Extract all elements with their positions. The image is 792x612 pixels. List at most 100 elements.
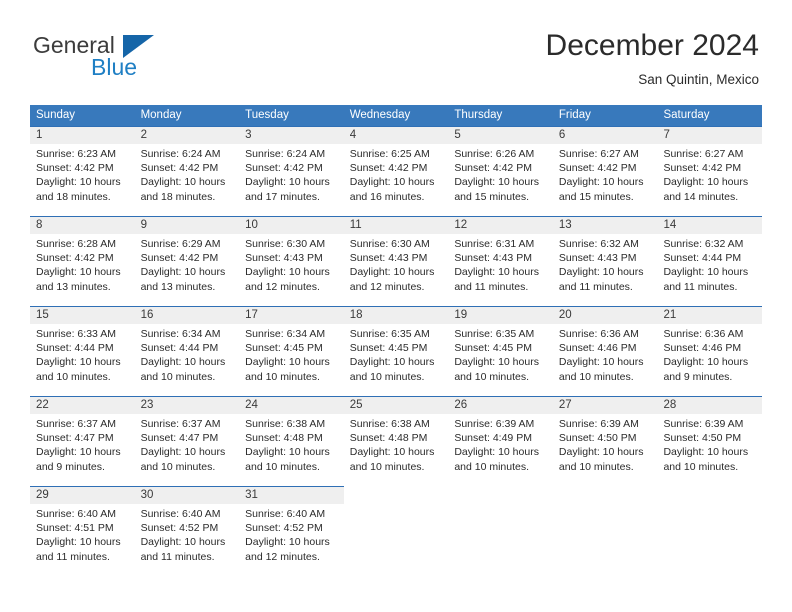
daylight-text: Daylight: 10 hours and 10 minutes. xyxy=(140,356,226,383)
day-cell[interactable]: 19 Sunrise: 6:35 AM Sunset: 4:45 PM Dayl… xyxy=(448,306,553,396)
day-cell[interactable]: 15 Sunrise: 6:33 AM Sunset: 4:44 PM Dayl… xyxy=(30,306,135,396)
day-cell[interactable]: 24 Sunrise: 6:38 AM Sunset: 4:48 PM Dayl… xyxy=(239,396,344,486)
day-number-band: 26 xyxy=(448,396,553,414)
sunrise-text: Sunrise: 6:24 AM xyxy=(245,148,326,160)
day-details: Sunrise: 6:25 AM Sunset: 4:42 PM Dayligh… xyxy=(344,144,449,204)
sunset-text: Sunset: 4:51 PM xyxy=(36,522,114,535)
day-cell[interactable]: 28 Sunrise: 6:39 AM Sunset: 4:50 PM Dayl… xyxy=(657,396,763,486)
sunrise-text: Sunrise: 6:35 AM xyxy=(349,328,430,340)
sunset-text: Sunset: 4:50 PM xyxy=(663,432,742,445)
day-details: Sunrise: 6:36 AM Sunset: 4:46 PM Dayligh… xyxy=(553,324,658,384)
day-number: 21 xyxy=(663,309,677,321)
day-number-band: 29 xyxy=(30,486,135,504)
day-cell[interactable]: 13 Sunrise: 6:32 AM Sunset: 4:43 PM Dayl… xyxy=(552,216,658,306)
day-number: 22 xyxy=(36,399,49,411)
daylight-text: Daylight: 10 hours and 10 minutes. xyxy=(245,356,330,383)
day-details: Sunrise: 6:35 AM Sunset: 4:45 PM Dayligh… xyxy=(344,324,449,384)
day-number: 14 xyxy=(663,219,677,231)
day-cell[interactable]: 6 Sunrise: 6:27 AM Sunset: 4:42 PM Dayli… xyxy=(552,126,658,216)
day-cell[interactable]: 29 Sunrise: 6:40 AM Sunset: 4:51 PM Dayl… xyxy=(30,486,135,576)
day-number-band: 21 xyxy=(657,306,763,324)
sunrise-text: Sunrise: 6:32 AM xyxy=(663,238,744,250)
day-number: 7 xyxy=(663,129,670,141)
day-number: 24 xyxy=(245,399,258,411)
day-cell[interactable]: 22 Sunrise: 6:37 AM Sunset: 4:47 PM Dayl… xyxy=(30,396,135,486)
daylight-text: Daylight: 10 hours and 10 minutes. xyxy=(454,356,539,383)
day-number-band xyxy=(553,486,658,503)
day-cell[interactable]: 14 Sunrise: 6:32 AM Sunset: 4:44 PM Dayl… xyxy=(657,216,763,306)
day-cell[interactable]: 18 Sunrise: 6:35 AM Sunset: 4:45 PM Dayl… xyxy=(343,306,449,396)
sunrise-text: Sunrise: 6:38 AM xyxy=(245,418,326,430)
sunset-text: Sunset: 4:45 PM xyxy=(349,342,428,355)
sunrise-text: Sunrise: 6:31 AM xyxy=(454,238,535,250)
day-cell[interactable]: 1 Sunrise: 6:23 AM Sunset: 4:42 PM Dayli… xyxy=(30,126,135,216)
day-cell[interactable]: 10 Sunrise: 6:30 AM Sunset: 4:43 PM Dayl… xyxy=(239,216,344,306)
daylight-text: Daylight: 10 hours and 10 minutes. xyxy=(454,446,539,473)
page-header: General Blue December 2024 San Quintin, … xyxy=(0,0,792,100)
logo-text-blue: Blue xyxy=(91,54,138,80)
sunset-text: Sunset: 4:42 PM xyxy=(140,162,219,175)
day-number-band: 23 xyxy=(134,396,240,414)
day-cell[interactable]: 20 Sunrise: 6:36 AM Sunset: 4:46 PM Dayl… xyxy=(552,306,658,396)
sunset-text: Sunset: 4:42 PM xyxy=(558,162,637,175)
weekday-header-monday: Monday xyxy=(140,109,182,121)
weekday-header-wednesday: Wednesday xyxy=(349,109,411,121)
day-cell[interactable]: 17 Sunrise: 6:34 AM Sunset: 4:45 PM Dayl… xyxy=(239,306,344,396)
sunset-text: Sunset: 4:48 PM xyxy=(245,432,323,445)
sunset-text: Sunset: 4:44 PM xyxy=(663,252,742,265)
sunset-text: Sunset: 4:45 PM xyxy=(454,342,532,355)
day-cell[interactable]: 27 Sunrise: 6:39 AM Sunset: 4:50 PM Dayl… xyxy=(552,396,658,486)
day-cell[interactable]: 25 Sunrise: 6:38 AM Sunset: 4:48 PM Dayl… xyxy=(343,396,449,486)
sunset-text: Sunset: 4:43 PM xyxy=(349,252,428,265)
daylight-text: Daylight: 10 hours and 12 minutes. xyxy=(349,266,435,293)
day-number: 10 xyxy=(245,219,258,231)
day-number-band: 12 xyxy=(448,216,553,234)
day-number: 26 xyxy=(454,399,468,411)
day-details: Sunrise: 6:34 AM Sunset: 4:45 PM Dayligh… xyxy=(239,324,344,384)
day-cell[interactable]: 12 Sunrise: 6:31 AM Sunset: 4:43 PM Dayl… xyxy=(448,216,553,306)
sunrise-text: Sunrise: 6:39 AM xyxy=(454,418,535,430)
sunrise-text: Sunrise: 6:30 AM xyxy=(245,238,326,250)
general-blue-logo: General Blue xyxy=(33,33,213,85)
day-cell[interactable]: 3 Sunrise: 6:24 AM Sunset: 4:42 PM Dayli… xyxy=(239,126,344,216)
day-cell[interactable]: 26 Sunrise: 6:39 AM Sunset: 4:49 PM Dayl… xyxy=(448,396,553,486)
day-cell[interactable]: 21 Sunrise: 6:36 AM Sunset: 4:46 PM Dayl… xyxy=(657,306,763,396)
sunset-text: Sunset: 4:42 PM xyxy=(454,162,532,175)
day-cell[interactable]: 23 Sunrise: 6:37 AM Sunset: 4:47 PM Dayl… xyxy=(134,396,240,486)
day-cell[interactable]: 9 Sunrise: 6:29 AM Sunset: 4:42 PM Dayli… xyxy=(134,216,240,306)
daylight-text: Daylight: 10 hours and 9 minutes. xyxy=(663,356,749,383)
day-cell[interactable]: 8 Sunrise: 6:28 AM Sunset: 4:42 PM Dayli… xyxy=(30,216,135,306)
day-cell[interactable]: 11 Sunrise: 6:30 AM Sunset: 4:43 PM Dayl… xyxy=(343,216,449,306)
day-cell[interactable]: 31 Sunrise: 6:40 AM Sunset: 4:52 PM Dayl… xyxy=(239,486,344,576)
day-cell[interactable]: 30 Sunrise: 6:40 AM Sunset: 4:52 PM Dayl… xyxy=(134,486,240,576)
sunrise-text: Sunrise: 6:32 AM xyxy=(558,238,639,250)
day-cell[interactable]: 7 Sunrise: 6:27 AM Sunset: 4:42 PM Dayli… xyxy=(657,126,763,216)
sunrise-text: Sunrise: 6:25 AM xyxy=(349,148,430,160)
weekday-header-tuesday: Tuesday xyxy=(245,109,289,121)
day-cell[interactable]: 5 Sunrise: 6:26 AM Sunset: 4:42 PM Dayli… xyxy=(448,126,553,216)
day-number: 18 xyxy=(349,309,363,321)
calendar-week-row: 15 Sunrise: 6:33 AM Sunset: 4:44 PM Dayl… xyxy=(30,306,763,396)
day-number-band: 11 xyxy=(343,216,449,234)
day-cell[interactable]: 2 Sunrise: 6:24 AM Sunset: 4:42 PM Dayli… xyxy=(134,126,240,216)
sunset-text: Sunset: 4:45 PM xyxy=(245,342,323,355)
day-number-band: 5 xyxy=(448,126,553,144)
day-details: Sunrise: 6:34 AM Sunset: 4:44 PM Dayligh… xyxy=(135,324,240,384)
day-number: 19 xyxy=(454,309,468,321)
day-number: 28 xyxy=(663,399,677,411)
day-number: 27 xyxy=(558,399,572,411)
daylight-text: Daylight: 10 hours and 9 minutes. xyxy=(36,446,121,473)
day-number: 15 xyxy=(36,309,49,321)
sunrise-text: Sunrise: 6:33 AM xyxy=(36,328,116,340)
day-details: Sunrise: 6:27 AM Sunset: 4:42 PM Dayligh… xyxy=(657,144,762,204)
day-number: 3 xyxy=(245,129,252,141)
sunrise-text: Sunrise: 6:26 AM xyxy=(454,148,535,160)
day-details: Sunrise: 6:26 AM Sunset: 4:42 PM Dayligh… xyxy=(448,144,553,204)
day-details: Sunrise: 6:23 AM Sunset: 4:42 PM Dayligh… xyxy=(30,144,135,204)
day-cell[interactable]: 16 Sunrise: 6:34 AM Sunset: 4:44 PM Dayl… xyxy=(134,306,240,396)
daylight-text: Daylight: 10 hours and 11 minutes. xyxy=(140,536,226,563)
day-number-band: 2 xyxy=(134,126,240,144)
day-cell[interactable]: 4 Sunrise: 6:25 AM Sunset: 4:42 PM Dayli… xyxy=(343,126,449,216)
daylight-text: Daylight: 10 hours and 10 minutes. xyxy=(349,356,435,383)
day-details: Sunrise: 6:32 AM Sunset: 4:43 PM Dayligh… xyxy=(553,234,658,294)
